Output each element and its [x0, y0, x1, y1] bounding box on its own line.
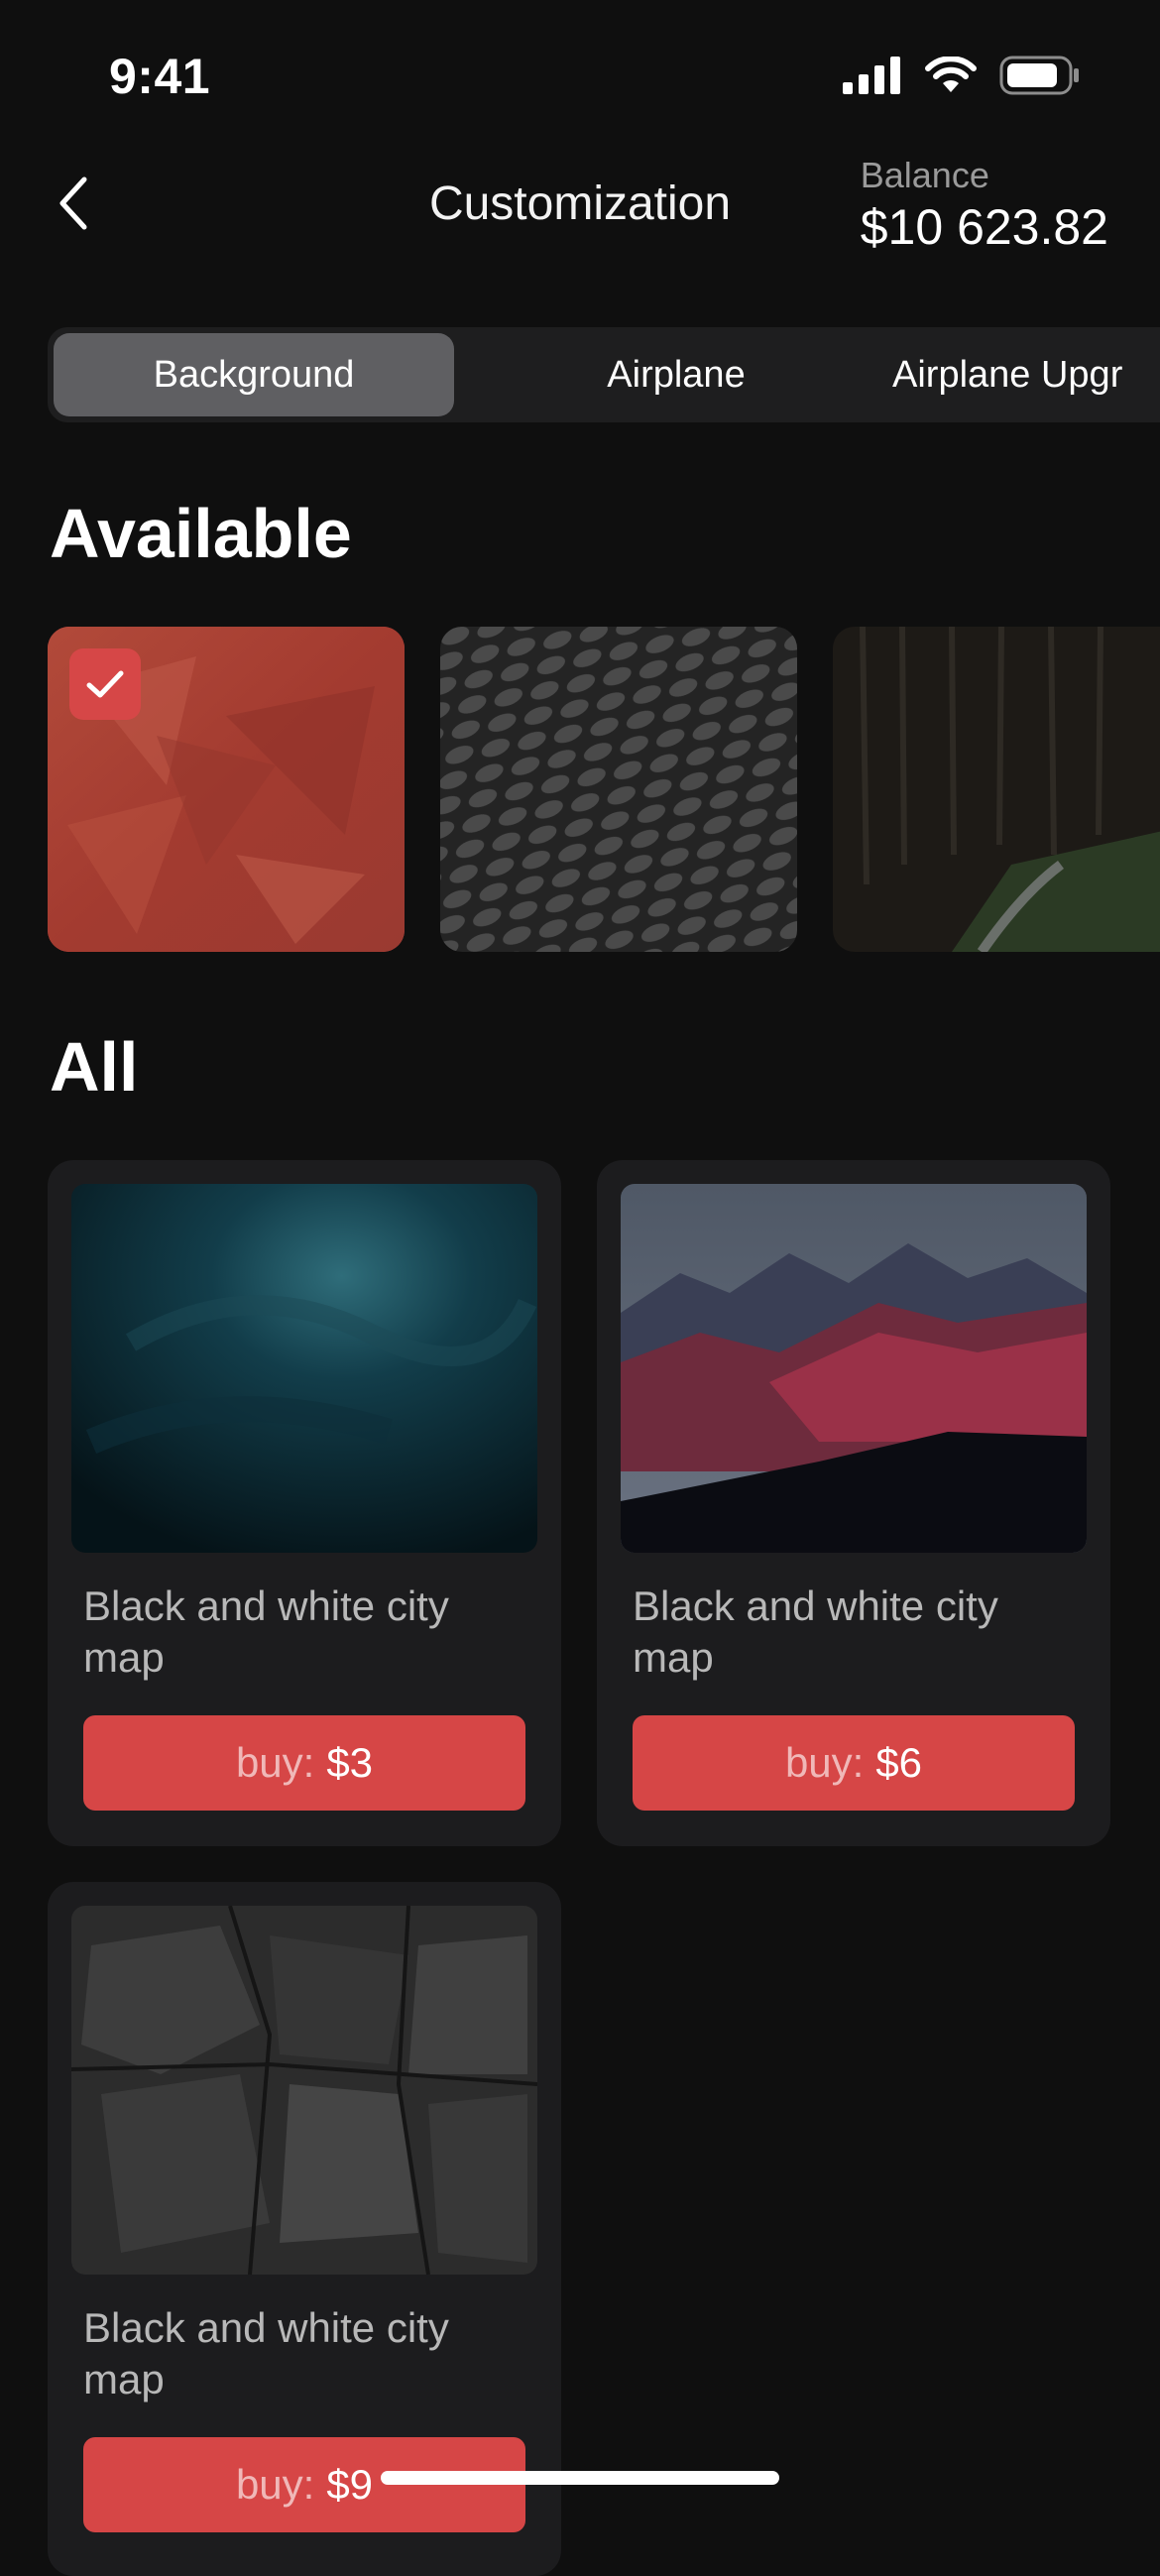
balance-label: Balance [860, 155, 989, 195]
buy-label: buy: [235, 2461, 315, 2508]
status-icons [843, 56, 1081, 95]
product-card: Black and white city map buy: $6 [597, 1160, 1110, 1846]
available-item-red-texture[interactable] [48, 627, 405, 952]
balance-value: $10 623.82 [860, 199, 1108, 255]
balance: Balance $10 623.82 [861, 155, 1108, 256]
buy-label: buy: [235, 1739, 315, 1786]
dotted-pattern-image [440, 627, 797, 952]
product-title: Black and white city map [633, 1582, 998, 1681]
buy-label: buy: [784, 1739, 865, 1786]
forest-path-image [833, 627, 1160, 952]
product-image [71, 1184, 537, 1553]
buy-button[interactable]: buy: $6 [633, 1715, 1075, 1811]
product-title: Black and white city map [83, 1582, 449, 1681]
buy-button[interactable]: buy: $9 [83, 2437, 525, 2532]
tab-airplane-upgrades[interactable]: Airplane Upgr [892, 333, 1160, 416]
product-card: Black and white city map buy: $3 [48, 1160, 561, 1846]
available-item-dotted-pattern[interactable] [440, 627, 797, 952]
price: $9 [326, 2461, 374, 2508]
product-image [71, 1906, 537, 2275]
all-heading: All [50, 1028, 139, 1106]
category-tabs: Background Airplane Airplane Upgr [48, 327, 1160, 422]
product-image [621, 1184, 1087, 1553]
tab-background[interactable]: Background [54, 333, 454, 416]
selected-check [69, 648, 141, 720]
status-time: 9:41 [109, 49, 211, 104]
product-title: Black and white city map [83, 2304, 449, 2402]
home-indicator [381, 2471, 779, 2485]
checkmark-icon [86, 670, 124, 698]
signal-icon [843, 57, 900, 94]
tab-airplane[interactable]: Airplane [508, 333, 845, 416]
wifi-icon [925, 57, 977, 92]
available-item-forest-path[interactable] [833, 627, 1160, 952]
price: $6 [875, 1739, 923, 1786]
available-heading: Available [50, 495, 352, 572]
price: $3 [326, 1739, 374, 1786]
battery-icon [999, 56, 1079, 95]
buy-button[interactable]: buy: $3 [83, 1715, 525, 1811]
